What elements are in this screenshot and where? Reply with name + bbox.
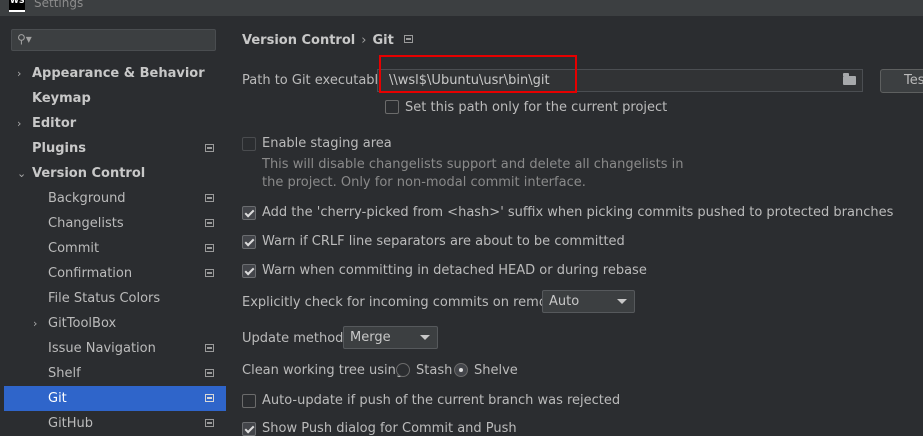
chevron-right-icon: › <box>17 67 22 80</box>
cherry-pick-label: Add the 'cherry-picked from <hash>' suff… <box>262 205 894 220</box>
project-scope-icon <box>205 144 214 152</box>
detached-head-checkbox[interactable] <box>242 264 256 278</box>
crlf-label: Warn if CRLF line separators are about t… <box>262 234 625 249</box>
shelve-label: Shelve <box>474 363 518 378</box>
sidebar-item-issue-navigation[interactable]: Issue Navigation <box>0 336 226 361</box>
project-scope-icon <box>205 369 214 377</box>
project-scope-icon <box>205 244 214 252</box>
test-button[interactable]: Test <box>880 69 923 93</box>
search-input[interactable]: ⚲▾ <box>11 29 216 51</box>
window-title: Settings <box>34 0 84 10</box>
stash-radio[interactable] <box>396 363 410 377</box>
incoming-commits-label: Explicitly check for incoming commits on… <box>242 295 572 310</box>
detached-head-label: Warn when committing in detached HEAD or… <box>262 263 647 278</box>
chevron-down-icon: ⌄ <box>17 167 27 180</box>
cherry-pick-checkbox[interactable] <box>242 206 256 220</box>
search-icon: ⚲▾ <box>17 32 32 46</box>
staging-desc-line1: This will disable changelists support an… <box>262 157 684 172</box>
stash-label: Stash <box>416 363 453 378</box>
settings-content: Version Control › Git Path to Git executab… <box>227 16 923 436</box>
project-scope-icon <box>205 344 214 352</box>
highlight-annotation <box>379 55 577 93</box>
project-scope-icon <box>205 194 214 202</box>
project-scope-icon <box>205 394 214 402</box>
sidebar-item-confirmation[interactable]: Confirmation <box>0 261 226 286</box>
project-scope-icon <box>403 35 413 43</box>
chevron-down-icon <box>617 299 627 304</box>
crlf-checkbox[interactable] <box>242 235 256 249</box>
staging-area-label: Enable staging area <box>262 136 392 151</box>
project-scope-icon <box>205 419 214 427</box>
project-only-checkbox[interactable] <box>385 100 399 114</box>
project-scope-icon <box>205 269 214 277</box>
auto-update-label: Auto-update if push of the current branc… <box>262 393 621 408</box>
staging-area-checkbox[interactable] <box>242 137 256 151</box>
sidebar-item-shelf[interactable]: Shelf <box>0 361 226 386</box>
sidebar-item-gittoolbox[interactable]: › GitToolBox <box>0 311 226 336</box>
clean-tree-label: Clean working tree using: <box>242 363 409 378</box>
incoming-commits-select[interactable]: Auto <box>542 290 635 313</box>
sidebar-item-plugins[interactable]: Plugins <box>0 136 226 161</box>
sidebar-item-git[interactable]: Git <box>4 386 226 411</box>
staging-desc-line2: the project. Only for non-modal commit i… <box>262 175 586 190</box>
sidebar-item-version-control[interactable]: ⌄ Version Control <box>0 161 226 186</box>
shelve-radio[interactable] <box>454 363 468 377</box>
update-method-label: Update method: <box>242 331 348 346</box>
title-bar: WS Settings <box>0 0 923 16</box>
chevron-right-icon: › <box>17 117 22 130</box>
sidebar-item-file-status-colors[interactable]: File Status Colors <box>0 286 226 311</box>
project-only-label: Set this path only for the current proje… <box>405 100 668 115</box>
sidebar-item-commit[interactable]: Commit <box>0 236 226 261</box>
sidebar-item-appearance[interactable]: › Appearance & Behavior <box>0 61 226 86</box>
project-scope-icon <box>205 219 214 227</box>
breadcrumb-separator: › <box>361 33 367 48</box>
sidebar-item-github[interactable]: GitHub <box>0 411 226 436</box>
breadcrumb-current: Git <box>372 33 394 48</box>
auto-update-checkbox[interactable] <box>242 394 256 408</box>
breadcrumb-parent[interactable]: Version Control <box>242 33 355 48</box>
sidebar-item-background[interactable]: Background <box>0 186 226 211</box>
breadcrumb: Version Control › Git <box>242 33 413 48</box>
git-path-label: Path to Git executable: <box>242 73 391 88</box>
update-method-select[interactable]: Merge <box>343 326 438 349</box>
sidebar-item-editor[interactable]: › Editor <box>0 111 226 136</box>
sidebar-item-changelists[interactable]: Changelists <box>0 211 226 236</box>
webstorm-logo-icon: WS <box>9 0 25 12</box>
chevron-right-icon: › <box>33 317 38 330</box>
sidebar-item-keymap[interactable]: Keymap <box>0 86 226 111</box>
settings-sidebar: ⚲▾ › Appearance & Behavior Keymap › Edit… <box>0 16 226 431</box>
chevron-down-icon <box>420 335 430 340</box>
show-push-checkbox[interactable] <box>242 422 256 436</box>
folder-icon[interactable] <box>843 73 856 85</box>
